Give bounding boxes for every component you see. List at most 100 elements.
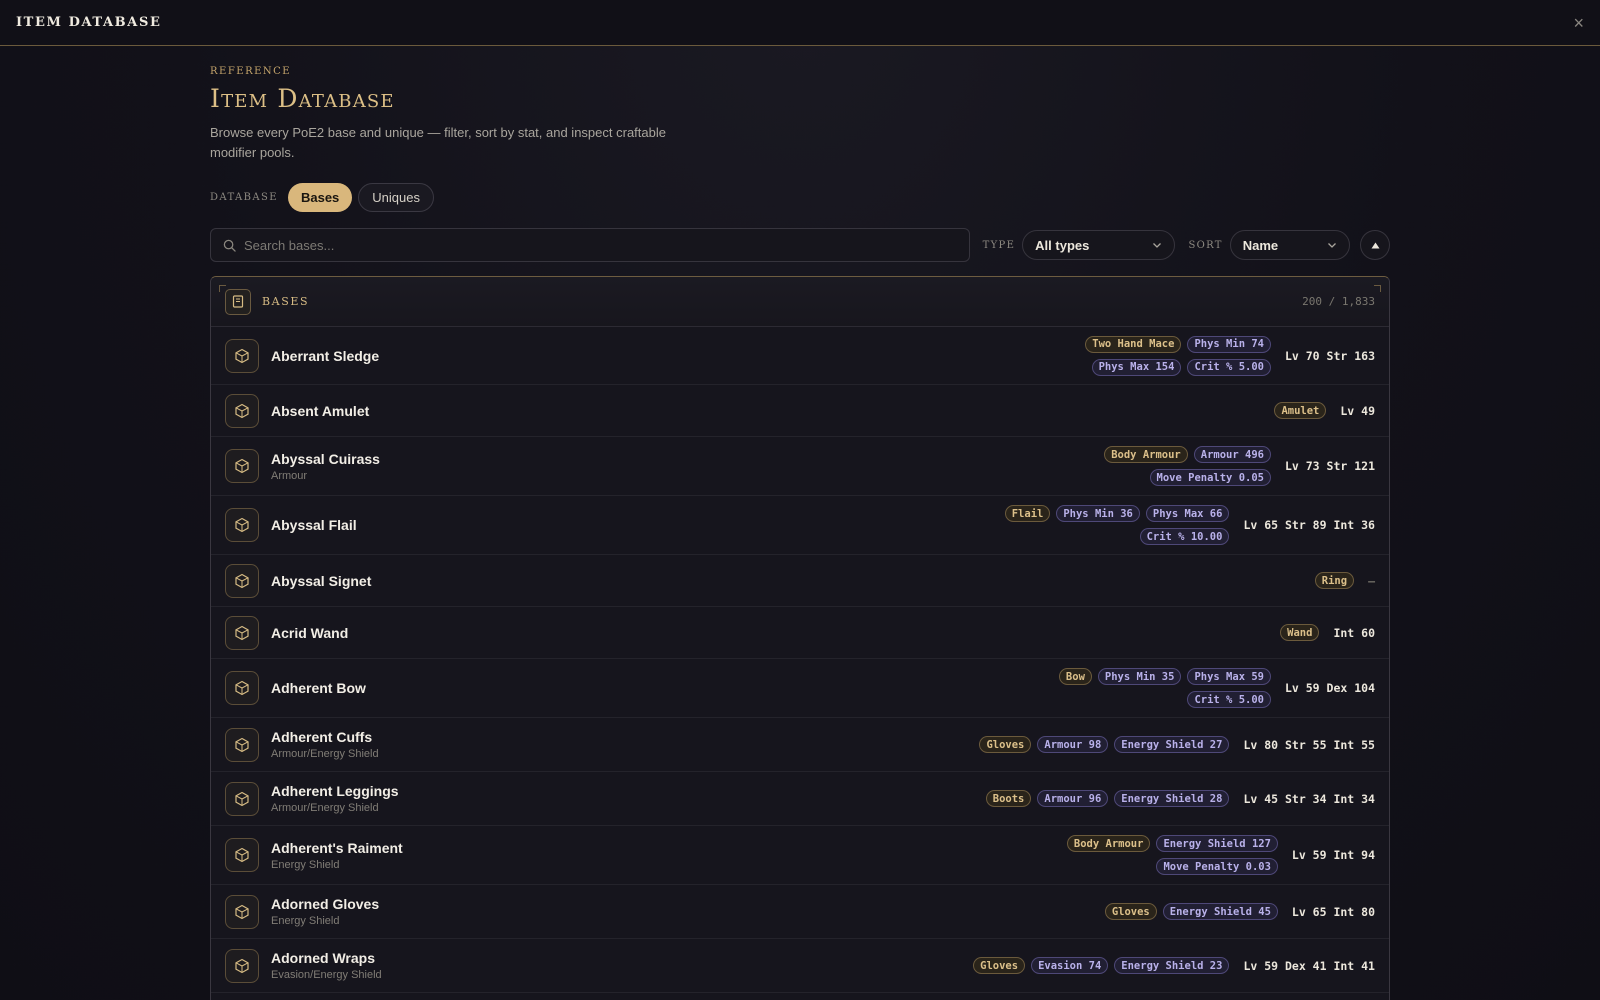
item-requirements: — — [1368, 573, 1375, 588]
item-stat-tag: Crit % 10.00 — [1139, 528, 1230, 545]
book-icon — [225, 288, 251, 315]
item-names: Abyssal Flail — [271, 517, 989, 533]
item-stat-tag: Phys Min 36 — [1056, 505, 1140, 522]
item-name: Adherent Leggings — [271, 783, 399, 799]
item-tags: Two Hand Mace Phys Min 74 Phys Max 154 Crit… — [1071, 335, 1271, 376]
item-tags: Gloves Evasion 74 Energy Shield 23 — [973, 957, 1230, 974]
item-names: Adherent Cuffs Armour/Energy Shield — [271, 729, 979, 760]
item-requirements: Lv 59 Dex 104 — [1284, 681, 1375, 695]
window-title: ITEM DATABASE — [16, 15, 162, 30]
page-title: Item Database — [210, 84, 395, 113]
item-name: Adherent's Raiment — [271, 839, 403, 856]
item-stat-tag: Phys Max 66 — [1145, 505, 1230, 522]
list-item[interactable]: Abyssal Signet Ring — — [211, 555, 1389, 607]
list-item[interactable]: Adorned Wraps Evasion/Energy Shield Gloves… — [211, 939, 1389, 993]
list-item[interactable]: Abyssal Flail Flail Phys Min 36 Phys Max 66… — [211, 496, 1389, 555]
item-tags: Boots Armour 96 Energy Shield 28 — [985, 790, 1230, 807]
item-base-icon — [225, 563, 259, 598]
item-name: Adorned Wraps — [271, 950, 375, 966]
sort-direction-button[interactable] — [1360, 230, 1391, 260]
item-name: Abyssal Flail — [271, 517, 357, 533]
page-subtitle: Browse every PoE2 base and unique — filt… — [210, 125, 666, 160]
search-box — [210, 228, 970, 262]
list-item[interactable]: Adherent Leggings Armour/Energy Shield Boo… — [211, 772, 1389, 826]
item-stat-tag: Energy Shield 45 — [1162, 903, 1278, 920]
list-item[interactable]: Adherent Bow Bow Phys Min 35 Phys Max 59 Cri… — [211, 659, 1389, 718]
close-icon[interactable]: × — [1573, 14, 1584, 32]
item-base-icon — [225, 948, 259, 983]
item-category-tag: Wand — [1280, 624, 1320, 641]
item-stat-tag: Energy Shield 27 — [1114, 736, 1230, 753]
item-name: Adherent Cuffs — [271, 729, 373, 745]
item-requirements: Lv 59 Int 94 — [1291, 848, 1375, 862]
item-defence-type: Energy Shield — [271, 915, 340, 927]
item-requirements: Lv 45 Str 34 Int 34 — [1243, 791, 1375, 806]
item-names: Adherent Leggings Armour/Energy Shield — [271, 783, 986, 814]
item-category-tag: Gloves — [1104, 903, 1157, 920]
result-count: 200 / 1,833 — [1302, 295, 1375, 308]
item-base-icon — [225, 508, 259, 542]
item-base-icon — [225, 449, 259, 483]
item-stat-tag: Energy Shield 23 — [1114, 957, 1230, 974]
filter-bar: TYPE All types SORT Name — [210, 228, 1391, 262]
item-category-tag: Boots — [985, 790, 1032, 807]
item-requirements: Int 60 — [1333, 625, 1375, 640]
item-requirements: Lv 59 Dex 41 Int 41 — [1243, 958, 1375, 973]
item-list: Aberrant Sledge Two Hand Mace Phys Min 74 P… — [211, 327, 1389, 993]
item-stat-tag: Crit % 5.00 — [1187, 358, 1271, 376]
database-label: DATABASE — [210, 192, 278, 203]
list-item[interactable]: Abyssal Cuirass Armour Body Armour Armour 4… — [211, 437, 1389, 496]
item-stat-tag: Move Penalty 0.05 — [1149, 469, 1271, 486]
item-defence-type: Armour/Energy Shield — [271, 802, 379, 814]
main-content: REFERENCE Item Database Browse every PoE… — [210, 46, 1391, 1000]
item-category-tag: Gloves — [973, 957, 1026, 974]
item-name: Absent Amulet — [271, 402, 370, 419]
item-requirements: Lv 70 Str 163 — [1284, 348, 1375, 363]
chevron-down-icon — [1153, 243, 1162, 248]
title-bar: ITEM DATABASE × — [0, 0, 1600, 46]
item-category-tag: Body Armour — [1066, 835, 1151, 852]
item-requirements: Lv 49 — [1340, 403, 1375, 418]
item-base-icon — [225, 338, 259, 373]
tab-uniques[interactable]: Uniques — [358, 183, 434, 212]
panel-title: BASES — [262, 295, 310, 308]
type-select[interactable]: All types — [1022, 230, 1176, 260]
item-category-tag: Amulet — [1274, 402, 1327, 419]
item-base-icon — [225, 781, 259, 816]
search-input[interactable] — [244, 237, 944, 253]
item-category-tag: Ring — [1314, 572, 1355, 589]
list-item[interactable]: Aberrant Sledge Two Hand Mace Phys Min 74 P… — [211, 327, 1389, 385]
item-stat-tag: Armour 96 — [1037, 790, 1109, 807]
item-tags: Flail Phys Min 36 Phys Max 66 Crit % 10.00 — [989, 505, 1230, 545]
item-names: Abyssal Signet — [271, 573, 1315, 589]
item-tags: Body Armour Armour 496 Move Penalty 0.05 — [1071, 446, 1271, 486]
item-defence-type: Evasion/Energy Shield — [271, 969, 382, 981]
item-stat-tag: Phys Min 74 — [1187, 335, 1271, 353]
item-stat-tag: Armour 496 — [1193, 446, 1271, 463]
tab-bases[interactable]: Bases — [287, 183, 353, 212]
sort-select[interactable]: Name — [1229, 230, 1351, 260]
item-names: Aberrant Sledge — [271, 348, 1071, 364]
list-item[interactable]: Acrid Wand Wand Int 60 — [211, 607, 1389, 659]
list-item[interactable]: Adorned Gloves Energy Shield Gloves Energy … — [211, 885, 1389, 939]
item-base-icon — [225, 671, 259, 705]
item-name: Acrid Wand — [271, 624, 349, 641]
item-base-icon — [225, 894, 259, 929]
list-item[interactable]: Adherent's Raiment Energy Shield Body Armo… — [211, 826, 1389, 885]
item-tags: Ring — [1314, 572, 1355, 589]
item-stat-tag: Phys Max 154 — [1091, 358, 1182, 376]
list-item[interactable]: Absent Amulet Amulet Lv 49 — [211, 385, 1389, 437]
item-requirements: Lv 80 Str 55 Int 55 — [1243, 737, 1375, 752]
item-stat-tag: Energy Shield 127 — [1156, 835, 1278, 852]
search-icon — [223, 239, 236, 252]
database-switch: DATABASE Bases Uniques — [210, 183, 1390, 212]
item-names: Adorned Wraps Evasion/Energy Shield — [271, 950, 973, 981]
panel-header: BASES 200 / 1,833 — [211, 277, 1389, 327]
type-label: TYPE — [982, 239, 1016, 251]
item-stat-tag: Phys Min 35 — [1097, 668, 1182, 685]
list-item[interactable]: Adherent Cuffs Armour/Energy Shield Gloves… — [211, 718, 1389, 772]
item-base-icon — [225, 615, 259, 650]
item-names: Adherent Bow — [271, 680, 1051, 696]
item-stat-tag: Move Penalty 0.03 — [1156, 858, 1278, 875]
chevron-down-icon — [1328, 243, 1337, 248]
